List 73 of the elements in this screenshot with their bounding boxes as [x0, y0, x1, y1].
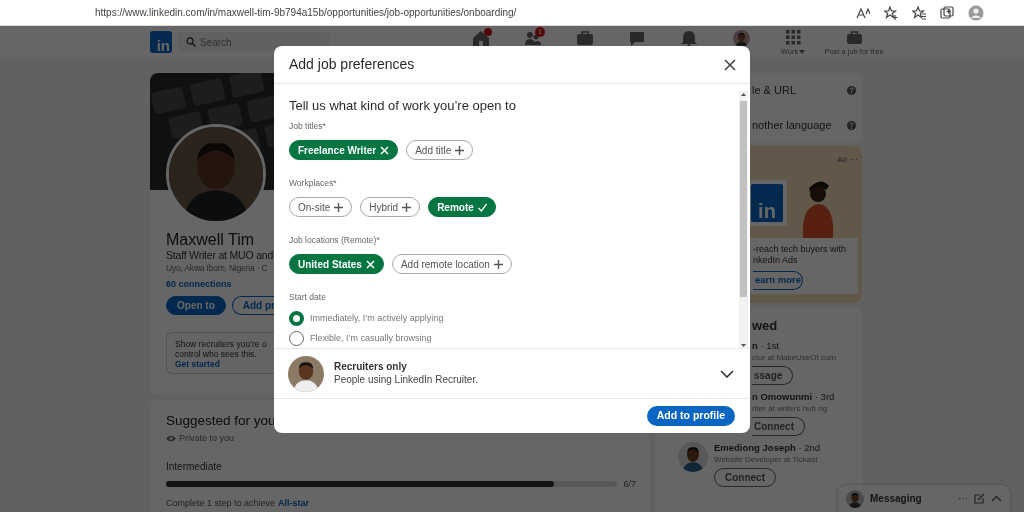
chevron-down-icon — [720, 369, 734, 378]
radio-option[interactable]: Immediately, I’m actively applying — [289, 311, 724, 326]
person-name[interactable]: Emediong Joseph · 2nd — [714, 442, 821, 454]
close-button[interactable] — [722, 56, 738, 73]
close-icon — [724, 58, 736, 71]
ad-text: -reach tech buyers with — [753, 244, 848, 255]
profile-icon[interactable] — [968, 4, 984, 21]
option-chip[interactable]: Hybrid — [360, 197, 421, 217]
read-aloud-icon[interactable] — [856, 6, 870, 19]
option-chip[interactable]: Remote — [428, 197, 496, 217]
messaging-title: Messaging — [870, 492, 922, 506]
collections-icon[interactable] — [940, 5, 954, 20]
plus-icon — [334, 202, 344, 212]
ad-label: Ad — [837, 154, 847, 166]
connect-button[interactable]: Connect — [714, 468, 776, 487]
open-to-button[interactable]: Open to — [166, 296, 226, 315]
caret-icon — [799, 49, 806, 54]
person-name[interactable]: n · 1st — [752, 340, 837, 352]
option-chip[interactable]: Add remote location — [391, 254, 512, 274]
expand-button[interactable] — [720, 369, 734, 378]
linkedin-logo[interactable]: in — [150, 31, 172, 53]
plus-icon — [493, 259, 503, 269]
notification-dot — [484, 28, 492, 36]
more-options-button[interactable]: ··· — [958, 491, 968, 506]
field-label: Job locations (Remote)* — [289, 235, 380, 245]
ad-text: nkedIn Ads — [753, 255, 799, 266]
dialog-title: Add job preferences — [289, 55, 415, 74]
action-button[interactable]: Connect — [752, 417, 805, 436]
action-button[interactable]: ssage — [752, 366, 794, 385]
caret-up-icon[interactable] — [991, 495, 1002, 502]
check-icon — [477, 202, 487, 212]
learn-more-button[interactable]: earn more — [753, 271, 803, 290]
all-star-link[interactable]: All-star — [278, 497, 310, 511]
add-profile-section-button[interactable]: Add pr — [231, 296, 276, 315]
apps-grid-icon[interactable] — [785, 30, 801, 45]
profile-name: Maxwell Tim — [166, 231, 254, 249]
get-started-link[interactable]: Get started — [175, 359, 274, 369]
briefcase-icon[interactable] — [576, 30, 594, 47]
profile-strength-label: Intermediate — [166, 459, 223, 474]
help-icon — [847, 121, 856, 130]
option-chip[interactable]: On-site — [289, 197, 353, 217]
favorites-icon[interactable] — [912, 5, 926, 20]
messaging-icon[interactable] — [628, 30, 646, 47]
messaging-bar[interactable]: Messaging ··· — [838, 485, 1010, 512]
add-to-profile-button[interactable]: Add to profile — [646, 406, 735, 426]
remove-icon — [365, 259, 375, 269]
search-icon — [186, 37, 196, 47]
visibility-description: People using LinkedIn Recruiter. — [334, 373, 478, 387]
hint-text: Complete 1 step to achieve — [166, 497, 276, 510]
add-favorite-icon[interactable] — [884, 5, 898, 20]
section-title: wed — [751, 318, 779, 334]
more-options-button[interactable]: ··· — [850, 154, 858, 166]
visibility-title: Recruiters only — [334, 360, 408, 373]
compose-icon[interactable] — [974, 493, 985, 504]
sidebar-link[interactable]: le & URL — [752, 82, 797, 99]
scrollbar[interactable] — [739, 91, 748, 349]
my-network-icon[interactable] — [524, 30, 542, 47]
help-icon — [847, 86, 856, 95]
notifications-icon[interactable] — [680, 30, 698, 47]
person-name[interactable]: n Omowunmi · 3rd — [752, 391, 835, 403]
connections-link[interactable]: 60 connections — [166, 277, 232, 291]
note-text: control who sees this. — [175, 349, 258, 359]
note-text: Show recruiters you’re o — [175, 339, 268, 349]
plus-icon — [402, 202, 412, 212]
eye-icon — [166, 435, 176, 443]
profile-headline: Staff Writer at MUO and — [166, 249, 274, 262]
field-label: Start date — [289, 292, 326, 302]
option-chip[interactable]: United States — [289, 254, 384, 274]
sidebar-link[interactable]: nother language — [752, 117, 832, 134]
linkedin-logo: in — [751, 184, 783, 222]
home-icon[interactable] — [472, 30, 490, 47]
radio-option[interactable]: Flexible, I’m casually browsing — [289, 331, 724, 346]
progress-reading: 6/7 — [623, 477, 636, 491]
